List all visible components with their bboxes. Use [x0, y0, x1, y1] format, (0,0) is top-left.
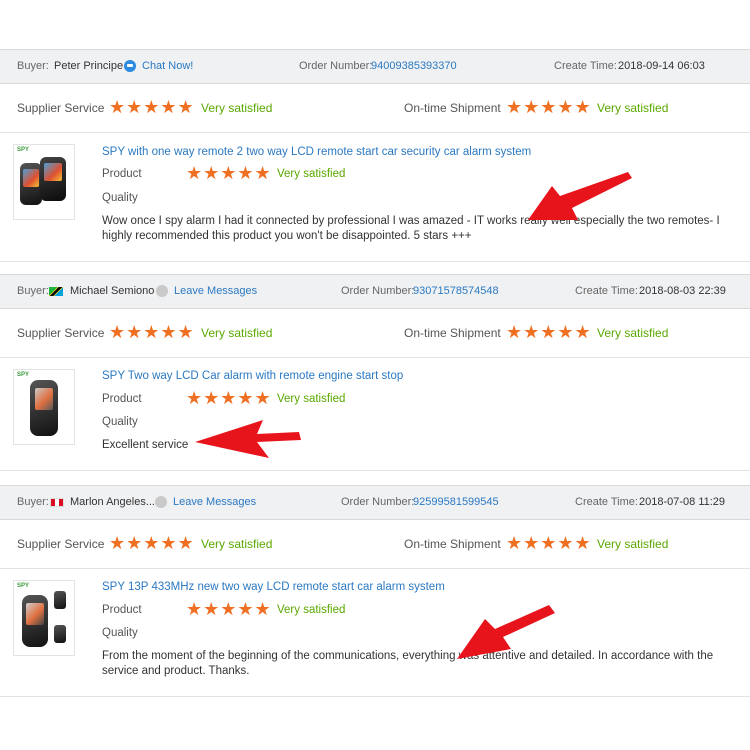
- product-label: Product: [102, 604, 142, 616]
- create-time-label: Create Time:: [575, 496, 638, 508]
- product-review: SPY SPY with one way remote 2 two way LC…: [0, 132, 750, 262]
- order-number-label: Order Number:: [341, 285, 415, 297]
- product-stars: ★★★★★: [186, 163, 272, 183]
- product-thumbnail[interactable]: SPY: [13, 144, 75, 220]
- ontime-shipment-rating-text: Very satisfied: [597, 101, 669, 115]
- buyer-name[interactable]: Michael Semiono: [70, 285, 154, 297]
- create-time-label: Create Time:: [554, 60, 617, 72]
- create-time-label: Create Time:: [575, 285, 638, 297]
- product-review: SPY SPY Two way LCD Car alarm with remot…: [0, 357, 750, 471]
- product-rating-text: Very satisfied: [277, 604, 346, 616]
- peru-flag-icon: [50, 498, 64, 510]
- order-number-label: Order Number:: [299, 60, 373, 72]
- tanzania-flag-icon: [49, 287, 63, 299]
- supplier-service-stars: ★★★★★: [109, 322, 195, 342]
- chat-icon[interactable]: [124, 59, 136, 74]
- ontime-shipment-rating-text: Very satisfied: [597, 537, 669, 551]
- ontime-shipment-label: On-time Shipment: [404, 101, 501, 115]
- message-icon[interactable]: [156, 284, 168, 299]
- product-rating-text: Very satisfied: [277, 393, 346, 405]
- brand-logo: SPY: [17, 147, 30, 153]
- buyer-label: Buyer:: [17, 285, 49, 297]
- ontime-shipment-rating-text: Very satisfied: [597, 326, 669, 340]
- supplier-service-rating-text: Very satisfied: [201, 101, 273, 115]
- product-title-link[interactable]: SPY 13P 433MHz new two way LCD remote st…: [102, 581, 445, 593]
- annotation-arrow: [457, 605, 555, 659]
- ontime-shipment-stars: ★★★★★: [506, 97, 592, 117]
- supplier-service-stars: ★★★★★: [109, 533, 195, 553]
- service-ratings-row: Supplier Service ★★★★★ Very satisfied On…: [0, 84, 750, 133]
- service-ratings-row: Supplier Service ★★★★★ Very satisfied On…: [0, 520, 750, 569]
- chat-now-link[interactable]: Chat Now!: [142, 60, 193, 72]
- product-label: Product: [102, 393, 142, 405]
- order-number-label: Order Number:: [341, 496, 415, 508]
- product-rating: Product ★★★★★ Very satisfied: [102, 600, 345, 618]
- supplier-service-label: Supplier Service: [17, 326, 105, 340]
- product-thumbnail[interactable]: SPY: [13, 580, 75, 656]
- supplier-service-label: Supplier Service: [17, 101, 105, 115]
- review-comment: From the moment of the beginning of the …: [102, 650, 714, 677]
- brand-logo: SPY: [17, 372, 30, 378]
- supplier-service-label: Supplier Service: [17, 537, 105, 551]
- supplier-service-rating-text: Very satisfied: [201, 326, 273, 340]
- product-stars: ★★★★★: [186, 388, 272, 408]
- leave-messages-link[interactable]: Leave Messages: [174, 285, 257, 297]
- annotation-arrow: [195, 420, 301, 458]
- leave-messages-link[interactable]: Leave Messages: [173, 496, 256, 508]
- buyer-bar: Buyer: Peter Principe Chat Now! Order Nu…: [0, 49, 750, 84]
- product-review: SPY SPY 13P 433MHz new two way LCD remot…: [0, 568, 750, 697]
- product-stars: ★★★★★: [186, 599, 272, 619]
- buyer-name[interactable]: Marlon Angeles...: [70, 496, 155, 508]
- ontime-shipment-label: On-time Shipment: [404, 326, 501, 340]
- quality-label: Quality: [102, 416, 138, 428]
- buyer-name[interactable]: Peter Principe: [54, 60, 123, 72]
- annotation-arrow: [528, 172, 632, 220]
- product-title-link[interactable]: SPY with one way remote 2 two way LCD re…: [102, 146, 531, 158]
- create-time-value: 2018-09-14 06:03: [618, 60, 705, 72]
- product-title-link[interactable]: SPY Two way LCD Car alarm with remote en…: [102, 370, 403, 382]
- ontime-shipment-stars: ★★★★★: [506, 533, 592, 553]
- product-rating: Product ★★★★★ Very satisfied: [102, 164, 345, 182]
- ontime-shipment-stars: ★★★★★: [506, 322, 592, 342]
- create-time-value: 2018-07-08 11:29: [639, 496, 726, 508]
- buyer-label: Buyer:: [17, 496, 49, 508]
- buyer-bar: Buyer: Michael Semiono Leave Messages Or…: [0, 274, 750, 309]
- order-number-link[interactable]: 92599581599545: [413, 496, 499, 508]
- service-ratings-row: Supplier Service ★★★★★ Very satisfied On…: [0, 309, 750, 358]
- buyer-label: Buyer:: [17, 60, 49, 72]
- supplier-service-stars: ★★★★★: [109, 97, 195, 117]
- order-number-link[interactable]: 93071578574548: [413, 285, 499, 297]
- review-comment: Wow once I spy alarm I had it connected …: [102, 215, 720, 242]
- product-thumbnail[interactable]: SPY: [13, 369, 75, 445]
- buyer-bar: Buyer: Marlon Angeles... Leave Messages …: [0, 485, 750, 520]
- product-rating-text: Very satisfied: [277, 168, 346, 180]
- quality-label: Quality: [102, 192, 138, 204]
- brand-logo: SPY: [17, 583, 30, 589]
- quality-label: Quality: [102, 627, 138, 639]
- supplier-service-rating-text: Very satisfied: [201, 537, 273, 551]
- ontime-shipment-label: On-time Shipment: [404, 537, 501, 551]
- create-time-value: 2018-08-03 22:39: [639, 285, 726, 297]
- order-number-link[interactable]: 94009385393370: [371, 60, 457, 72]
- product-rating: Product ★★★★★ Very satisfied: [102, 389, 345, 407]
- message-icon[interactable]: [155, 495, 167, 510]
- product-label: Product: [102, 168, 142, 180]
